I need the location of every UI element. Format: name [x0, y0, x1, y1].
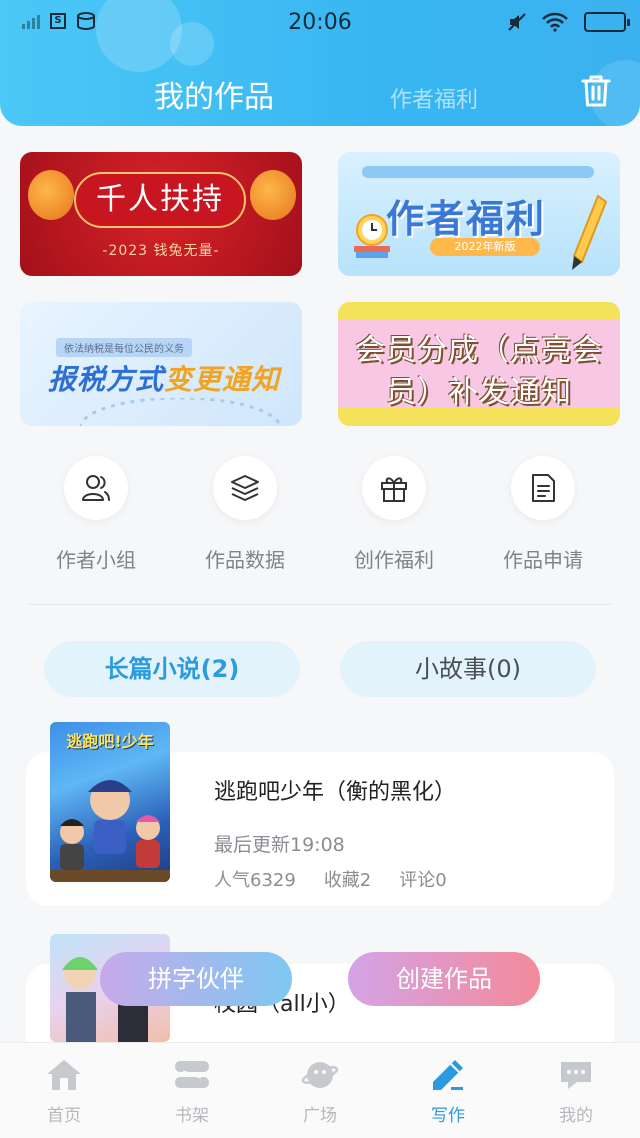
nav-plaza[interactable]: 广场 — [256, 1043, 384, 1138]
shortcut-work-application[interactable]: 作品申请 — [469, 456, 617, 573]
chat-bubble-icon — [556, 1057, 596, 1093]
shortcut-icon-circle — [511, 456, 575, 520]
work-last-updated: 最后更新19:08 — [214, 834, 345, 856]
shortcut-icon-circle — [64, 456, 128, 520]
banner-author-benefits[interactable]: 作者福利 2022年新版 — [338, 152, 620, 276]
lantern-decoration — [250, 170, 296, 220]
banner-title: 作者福利 — [386, 197, 547, 241]
banner-tax-method-notice[interactable]: 依法纳税是每位公民的义务 报税方式变更通知 — [20, 302, 302, 426]
shortcut-creation-benefits[interactable]: 创作福利 — [320, 456, 468, 573]
banner-title: 千人扶持 — [74, 172, 246, 228]
cover-text: 逃跑吧!少年 — [66, 732, 154, 751]
banner-member-share-notice[interactable]: 会员分成（点亮会 员）补发通知 — [338, 302, 620, 426]
battery-icon — [584, 12, 630, 32]
shortcut-work-data[interactable]: 作品数据 — [171, 456, 319, 573]
nav-write[interactable]: 写作 — [384, 1043, 512, 1138]
nav-mine[interactable]: 我的 — [512, 1043, 640, 1138]
nav-home[interactable]: 首页 — [0, 1043, 128, 1138]
gift-icon — [381, 477, 407, 502]
banner-tag: 2022年新版 — [430, 238, 540, 256]
nav-bookshelf[interactable]: 书架 — [128, 1043, 256, 1138]
shortcut-label: 作品申请 — [503, 548, 583, 572]
mute-icon — [508, 13, 526, 31]
document-icon — [532, 474, 555, 502]
banner-title-part1: 报税方式 — [48, 363, 165, 396]
work-favorites: 收藏2 — [323, 870, 372, 891]
nav-label: 广场 — [303, 1106, 337, 1126]
nav-label: 我的 — [559, 1106, 593, 1126]
work-title[interactable]: 逃跑吧少年（衡的黑化） — [214, 774, 456, 806]
shortcut-author-group[interactable]: 作者小组 — [22, 456, 170, 573]
planet-icon — [300, 1057, 340, 1093]
wifi-icon — [542, 12, 568, 32]
banner-small-text: 依法纳税是每位公民的义务 — [56, 338, 192, 357]
home-icon — [44, 1057, 84, 1093]
shortcut-label: 作品数据 — [205, 548, 285, 572]
cover-characters-illustration — [50, 780, 170, 882]
banner-title-line1: 会员分成（点亮会 — [355, 333, 603, 368]
nav-label: 书架 — [175, 1106, 209, 1126]
typing-partner-button[interactable]: 拼字伙伴 — [100, 952, 292, 1006]
pencil-icon — [572, 194, 608, 270]
shortcut-icon-circle — [213, 456, 277, 520]
tab-author-benefits[interactable]: 作者福利 — [390, 82, 478, 114]
pen-icon — [428, 1057, 468, 1093]
layers-icon — [231, 475, 259, 501]
work-popularity: 人气6329 — [214, 870, 296, 891]
nav-label: 写作 — [431, 1106, 465, 1126]
banner-title-line2: 员）补发通知 — [386, 375, 572, 410]
bookshelf-icon — [172, 1057, 212, 1093]
status-bar: S 20:06 — [0, 0, 640, 44]
banner-title: 报税方式变更通知 — [48, 358, 280, 398]
tab-long-novels[interactable]: 长篇小说(2) — [44, 641, 300, 697]
create-work-button[interactable]: 创建作品 — [348, 952, 540, 1006]
header: S 20:06 我的作品 作者福利 — [0, 0, 640, 126]
status-right-icons — [508, 12, 630, 32]
nav-label: 首页 — [47, 1106, 81, 1126]
shortcut-label: 创作福利 — [354, 548, 434, 572]
shortcut-icon-circle — [362, 456, 426, 520]
lantern-decoration — [28, 170, 74, 220]
page-title[interactable]: 我的作品 — [154, 72, 274, 116]
banner-title: 会员分成（点亮会 员）补发通知 — [338, 330, 620, 414]
banner-title-part2: 变更通知 — [164, 363, 281, 396]
work-comments: 评论0 — [399, 870, 447, 891]
trash-icon[interactable] — [580, 74, 612, 108]
shortcut-label: 作者小组 — [56, 548, 136, 572]
stripe-decoration — [338, 302, 620, 320]
banner-subtitle: -2023 钱兔无量- — [102, 243, 220, 259]
bottom-nav: 首页 书架 广场 写作 我的 — [0, 1042, 640, 1138]
work-stats: 人气6329 收藏2 评论0 — [214, 866, 447, 892]
tab-short-stories[interactable]: 小故事(0) — [340, 641, 596, 697]
window-bar-decoration — [362, 166, 594, 178]
work-cover-image[interactable]: 逃跑吧!少年 — [50, 722, 170, 882]
users-icon — [82, 475, 110, 501]
banner-thousand-support[interactable]: 千人扶持 -2023 钱兔无量- — [20, 152, 302, 276]
arc-decoration — [80, 398, 280, 426]
divider — [28, 604, 612, 605]
